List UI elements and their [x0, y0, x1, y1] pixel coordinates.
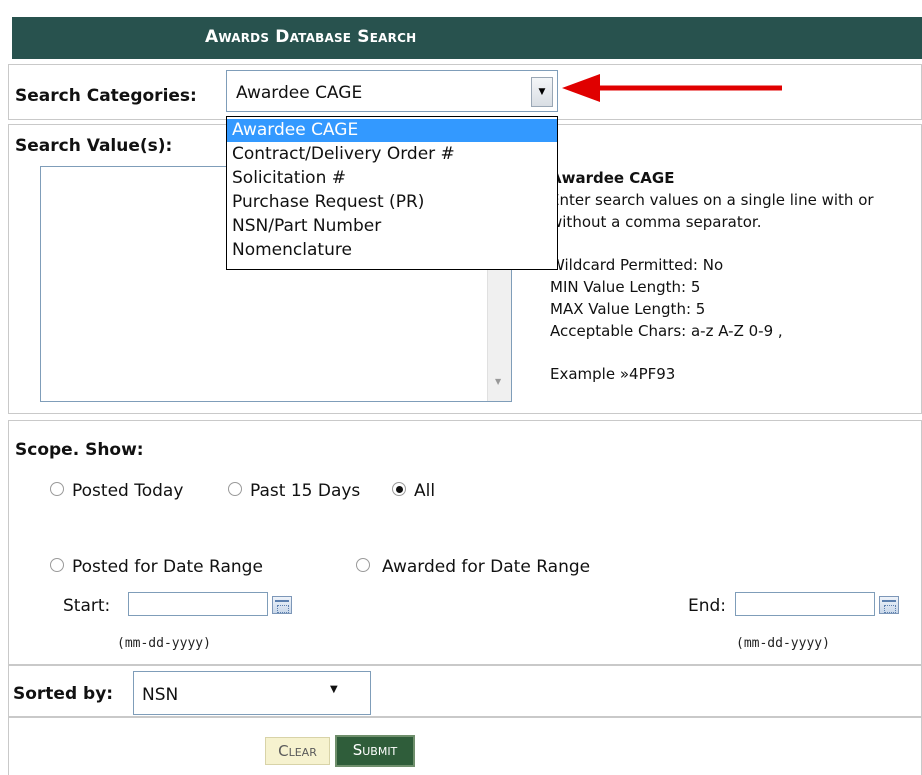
- scope-section: [8, 420, 922, 665]
- dropdown-option[interactable]: Contract/Delivery Order #: [227, 143, 557, 166]
- radio-all[interactable]: [392, 482, 406, 496]
- radio-label-awarded-date-range[interactable]: Awarded for Date Range: [382, 557, 590, 577]
- start-date-label: Start:: [63, 596, 111, 616]
- help-min-length: MIN Value Length: 5: [550, 278, 701, 296]
- radio-label-past-15-days[interactable]: Past 15 Days: [250, 481, 360, 501]
- sort-by-select[interactable]: NSN ▼: [133, 671, 371, 715]
- help-wildcard: Wildcard Permitted: No: [550, 256, 724, 274]
- radio-past-15-days[interactable]: [228, 482, 242, 496]
- help-line: without a comma separator.: [550, 213, 762, 231]
- clear-button[interactable]: Clear: [265, 737, 330, 765]
- radio-posted-date-range[interactable]: [50, 558, 64, 572]
- chevron-down-icon[interactable]: ▼: [531, 77, 553, 107]
- help-max-length: MAX Value Length: 5: [550, 300, 706, 318]
- search-categories-select[interactable]: Awardee CAGE ▼: [226, 70, 558, 112]
- dropdown-option[interactable]: Awardee CAGE: [227, 119, 557, 142]
- button-bar: [8, 717, 922, 775]
- help-example: Example »4PF93: [550, 365, 676, 383]
- sort-label: Sorted by:: [13, 684, 114, 704]
- help-panel: Awardee CAGE Enter search values on a si…: [550, 167, 920, 385]
- calendar-icon[interactable]: [879, 596, 899, 614]
- search-categories-selected-value: Awardee CAGE: [236, 83, 363, 103]
- search-categories-label: Search Categories:: [15, 86, 197, 106]
- calendar-icon[interactable]: [272, 596, 292, 614]
- radio-awarded-date-range[interactable]: [356, 558, 370, 572]
- scope-label: Scope. Show:: [15, 440, 144, 460]
- dropdown-option[interactable]: NSN/Part Number: [227, 215, 557, 238]
- scroll-down-icon[interactable]: ▼: [495, 377, 501, 386]
- end-date-format-hint: (mm-dd-yyyy): [736, 636, 830, 651]
- chevron-down-icon[interactable]: ▼: [330, 684, 338, 695]
- radio-posted-today[interactable]: [50, 482, 64, 496]
- red-arrow-annotation: [562, 74, 782, 102]
- page-title: Awards Database Search: [205, 27, 417, 47]
- help-acceptable-chars: Acceptable Chars: a-z A-Z 0-9 ,: [550, 322, 783, 340]
- help-title: Awardee CAGE: [550, 169, 675, 187]
- dropdown-option[interactable]: Nomenclature: [227, 239, 557, 262]
- submit-button[interactable]: Submit: [335, 735, 415, 767]
- radio-label-posted-today[interactable]: Posted Today: [72, 481, 183, 501]
- help-line: Enter search values on a single line wit…: [550, 191, 874, 209]
- search-values-label: Search Value(s):: [15, 136, 173, 156]
- end-date-input[interactable]: [735, 592, 875, 616]
- sort-by-selected-value: NSN: [142, 685, 179, 705]
- dropdown-option[interactable]: Solicitation #: [227, 167, 557, 190]
- radio-label-all[interactable]: All: [414, 481, 435, 501]
- end-date-label: End:: [688, 596, 727, 616]
- search-categories-dropdown-list[interactable]: Awardee CAGE Contract/Delivery Order # S…: [226, 116, 558, 270]
- page-header: Awards Database Search: [12, 17, 922, 59]
- start-date-format-hint: (mm-dd-yyyy): [117, 636, 211, 651]
- start-date-input[interactable]: [128, 592, 268, 616]
- radio-label-posted-date-range[interactable]: Posted for Date Range: [72, 557, 263, 577]
- dropdown-option[interactable]: Purchase Request (PR): [227, 191, 557, 214]
